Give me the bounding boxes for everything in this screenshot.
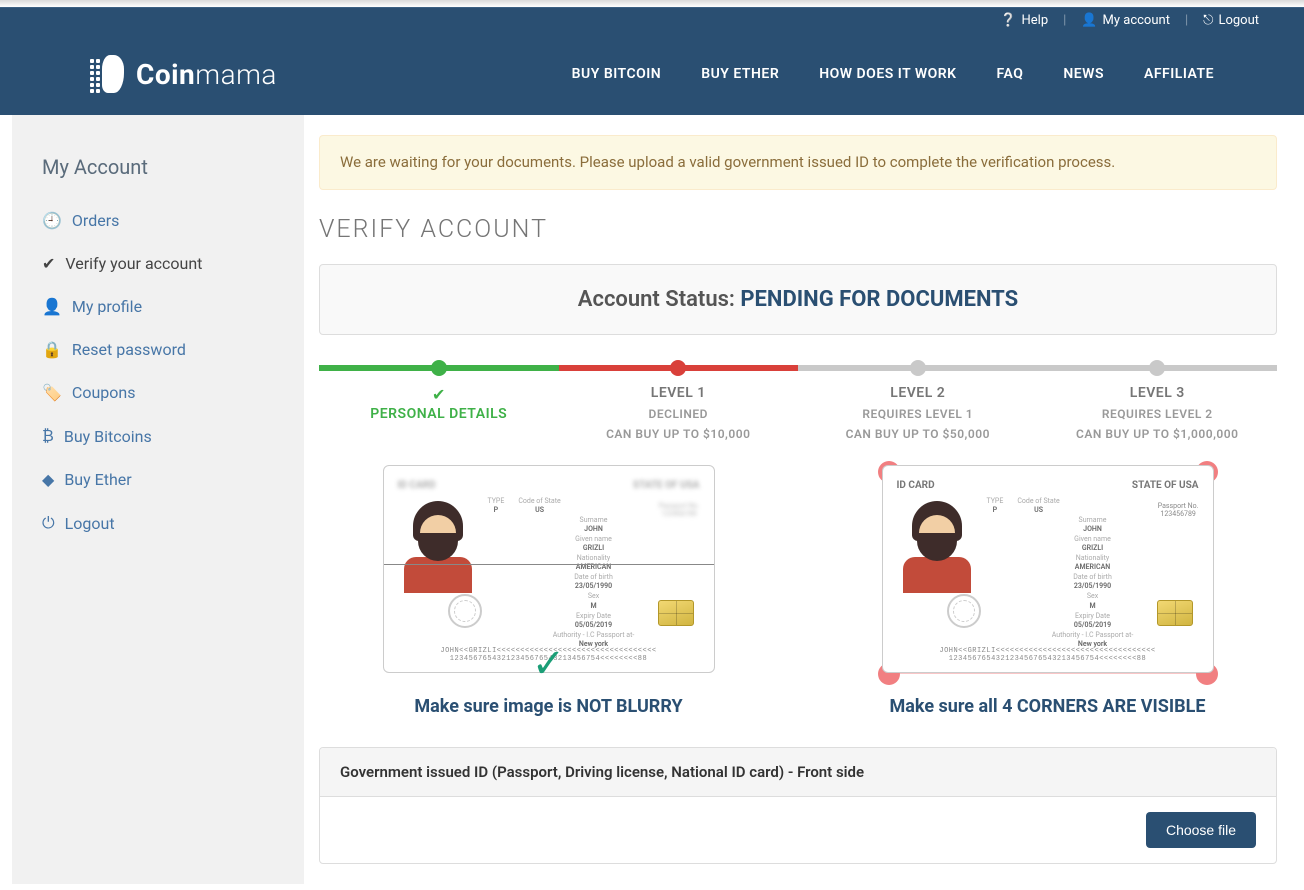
- step-level2-limit: CAN BUY UP TO $50,000: [828, 427, 1008, 441]
- alert-banner: We are waiting for your documents. Pleas…: [319, 135, 1277, 190]
- main-content: We are waiting for your documents. Pleas…: [304, 115, 1292, 884]
- sidebar-item-logout[interactable]: ⏻Logout: [42, 513, 115, 533]
- example-caption-blur: Make sure image is NOT BLURRY: [319, 696, 778, 717]
- sidebar-item-buy-ether[interactable]: ◆Buy Ether: [42, 470, 132, 489]
- user-icon: 👤: [1081, 13, 1097, 28]
- power-icon: ⏻: [42, 513, 55, 533]
- example-corners: ID CARDSTATE OF USA Passport No.12345678…: [818, 461, 1277, 717]
- logo-text: Coinmama: [136, 58, 277, 91]
- example-caption-corners: Make sure all 4 CORNERS ARE VISIBLE: [818, 696, 1277, 717]
- nav-buy-bitcoin[interactable]: BUY BITCOIN: [572, 66, 662, 82]
- progress-dot-level1: [670, 360, 686, 376]
- sidebar-item-orders[interactable]: 🕘Orders: [42, 211, 119, 230]
- progress-dot-level3: [1149, 360, 1165, 376]
- sidebar-title: My Account: [42, 155, 274, 179]
- status-value: PENDING FOR DOCUMENTS: [740, 287, 1018, 312]
- sidebar-item-verify[interactable]: ✔Verify your account: [42, 254, 202, 273]
- step-personal-label: PERSONAL DETAILS: [349, 406, 529, 422]
- progress-dot-personal: [431, 360, 447, 376]
- avatar: [398, 497, 478, 593]
- sidebar-item-buy-bitcoins[interactable]: ₿Buy Bitcoins: [42, 426, 152, 446]
- help-link[interactable]: ❔Help: [985, 13, 1063, 28]
- step-level3-limit: CAN BUY UP TO $1,000,000: [1067, 427, 1247, 441]
- nav-news[interactable]: NEWS: [1063, 66, 1104, 82]
- main-header: Coinmama BUY BITCOIN BUY ETHER HOW DOES …: [0, 33, 1304, 115]
- check-circle-icon: ✔: [349, 385, 529, 404]
- step-level1-label: LEVEL 1: [588, 385, 768, 401]
- nav-how-it-works[interactable]: HOW DOES IT WORK: [819, 66, 956, 82]
- sidebar-item-profile[interactable]: 👤My profile: [42, 297, 142, 316]
- progress-track: ✔ PERSONAL DETAILS LEVEL 1 DECLINED CAN …: [319, 365, 1277, 371]
- step-level2-label: LEVEL 2: [828, 385, 1008, 401]
- choose-file-button[interactable]: Choose file: [1146, 812, 1256, 848]
- upload-panel: Government issued ID (Passport, Driving …: [319, 747, 1277, 864]
- my-account-link[interactable]: 👤My account: [1066, 13, 1185, 28]
- sidebar: My Account 🕘Orders ✔Verify your account …: [12, 115, 304, 884]
- help-icon: ❔: [1000, 13, 1016, 28]
- step-level2-status: REQUIRES LEVEL 1: [828, 407, 1008, 421]
- page-title: VERIFY ACCOUNT: [319, 215, 1277, 244]
- id-card-sample-corners: ID CARDSTATE OF USA Passport No.12345678…: [882, 465, 1214, 673]
- utility-bar: ❔Help | 👤My account | ⎋Logout: [0, 7, 1304, 33]
- step-level3-status: REQUIRES LEVEL 2: [1067, 407, 1247, 421]
- logout-link[interactable]: ⎋Logout: [1188, 13, 1274, 28]
- upload-panel-title: Government issued ID (Passport, Driving …: [320, 748, 1276, 797]
- check-icon: ✔: [42, 254, 55, 273]
- logo[interactable]: Coinmama: [90, 53, 277, 95]
- logout-icon: ⎋: [1203, 13, 1213, 28]
- sidebar-item-coupons[interactable]: 🏷️Coupons: [42, 383, 135, 402]
- step-level3-label: LEVEL 3: [1067, 385, 1247, 401]
- step-level1-limit: CAN BUY UP TO $10,000: [588, 427, 768, 441]
- user-icon: 👤: [42, 297, 62, 316]
- example-blur: ✕ ID CARDSTATE OF USA Passport No.123456…: [319, 461, 778, 717]
- logo-icon: [90, 53, 126, 95]
- clock-icon: 🕘: [42, 211, 62, 230]
- progress-dot-level2: [910, 360, 926, 376]
- tags-icon: 🏷️: [42, 383, 62, 402]
- main-nav: BUY BITCOIN BUY ETHER HOW DOES IT WORK F…: [572, 66, 1214, 82]
- check-mark-icon: ✓: [532, 640, 566, 687]
- sidebar-item-reset-password[interactable]: 🔒Reset password: [42, 340, 186, 359]
- nav-buy-ether[interactable]: BUY ETHER: [701, 66, 779, 82]
- lock-icon: 🔒: [42, 340, 62, 359]
- nav-faq[interactable]: FAQ: [997, 66, 1024, 82]
- step-level1-status: DECLINED: [588, 407, 768, 421]
- status-panel: Account Status: PENDING FOR DOCUMENTS: [319, 264, 1277, 335]
- nav-affiliate[interactable]: AFFILIATE: [1144, 66, 1214, 82]
- bitcoin-icon: ₿: [42, 426, 54, 446]
- ether-icon: ◆: [42, 470, 54, 489]
- avatar: [897, 497, 977, 593]
- status-label: Account Status:: [578, 287, 741, 312]
